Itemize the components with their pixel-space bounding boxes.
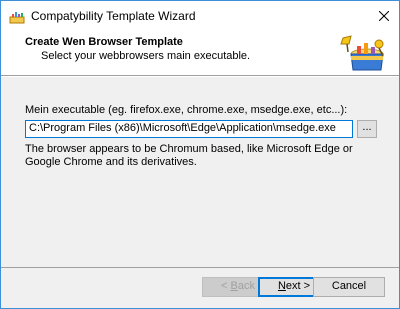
executable-path-input[interactable]: C:\Program Files (x86)\Microsoft\Edge\Ap… bbox=[25, 120, 353, 138]
back-label-prefix: < bbox=[221, 280, 231, 292]
back-label-accelerator: B bbox=[230, 280, 238, 292]
next-label-accelerator: N bbox=[277, 280, 286, 292]
wizard-window: Compatybility Template Wizard Create Wen… bbox=[0, 0, 400, 309]
close-button[interactable] bbox=[369, 1, 399, 31]
wizard-header: Create Wen Browser Template Select your … bbox=[1, 31, 399, 75]
footer-divider bbox=[1, 267, 399, 268]
page-title: Create Wen Browser Template bbox=[25, 36, 183, 48]
title-bar[interactable]: Compatybility Template Wizard bbox=[1, 1, 399, 31]
cancel-button[interactable]: Cancel bbox=[313, 277, 385, 297]
app-icon bbox=[9, 8, 25, 24]
close-icon bbox=[379, 11, 389, 21]
next-label-rest: ext > bbox=[285, 280, 311, 292]
header-divider-highlight bbox=[1, 76, 399, 77]
back-label-rest: ack bbox=[237, 280, 255, 292]
browse-button[interactable]: ... bbox=[357, 120, 377, 138]
sandbox-logo-icon bbox=[337, 32, 391, 74]
page-subtitle: Select your webbrowsers main executable. bbox=[41, 50, 251, 62]
window-title: Compatybility Template Wizard bbox=[31, 9, 196, 23]
browser-detection-info: The browser appears to be Chromum based,… bbox=[25, 143, 353, 168]
executable-label: Mein executable (eg. firefox.exe, chrome… bbox=[25, 104, 348, 116]
